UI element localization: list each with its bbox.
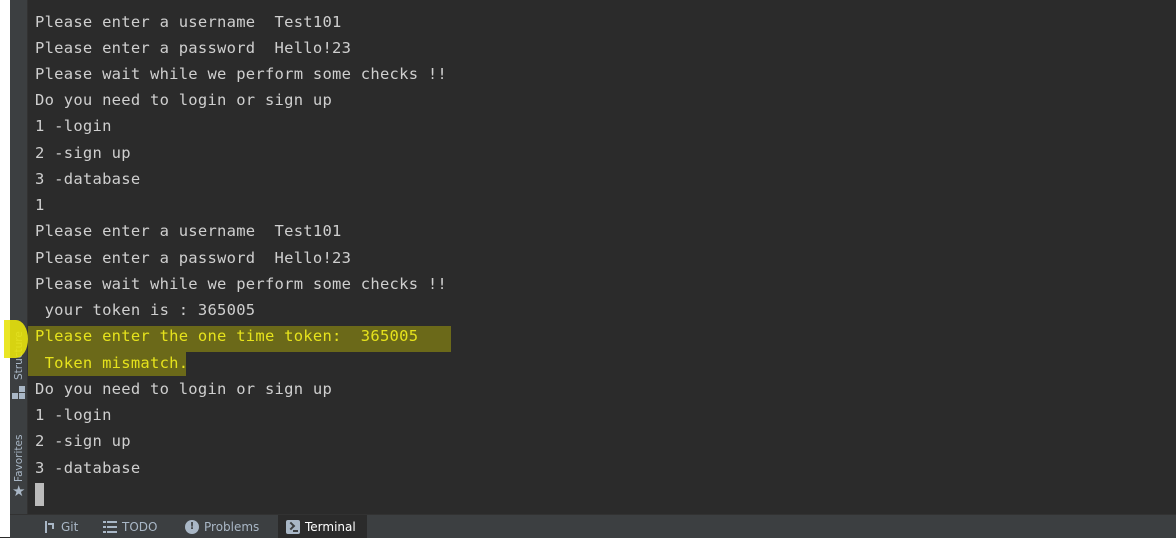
terminal-line: Please wait while we perform some checks… (35, 275, 448, 293)
terminal-line: 2 -sign up (35, 432, 131, 450)
tab-problems[interactable]: ! Problems (177, 515, 267, 538)
terminal-line: 3 -database (35, 170, 141, 188)
terminal-line: Please enter a password Hello!23 (35, 249, 352, 267)
star-icon: ★ (12, 482, 26, 500)
left-tool-window-bar: Structure Favorites ★ (10, 0, 28, 514)
git-branch-icon (42, 520, 56, 534)
bottom-tool-window-bar: Git TODO ! Problems Terminal (10, 514, 1176, 538)
terminal-line: your token is : 365005 (35, 301, 256, 319)
terminal-line: 1 (35, 196, 45, 214)
terminal-line: Please enter a username Test101 (35, 222, 342, 240)
tab-terminal[interactable]: Terminal (278, 515, 367, 538)
highlighter-mark (4, 320, 28, 358)
window-left-edge (0, 0, 10, 537)
terminal-line: 1 -login (35, 406, 112, 424)
favorites-tab-label: Favorites (13, 434, 25, 482)
terminal-line: Please enter a username Test101 (35, 13, 342, 31)
terminal-output[interactable]: Please enter a username Test101 Please e… (28, 0, 1176, 514)
terminal-line: Do you need to login or sign up (35, 380, 333, 398)
structure-icon (12, 386, 25, 399)
terminal-line: 3 -database (35, 459, 141, 477)
tab-git[interactable]: Git (34, 515, 86, 538)
terminal-line: Do you need to login or sign up (35, 91, 333, 109)
tab-git-label: Git (61, 519, 79, 534)
tab-terminal-label: Terminal (305, 519, 356, 534)
tab-todo[interactable]: TODO (95, 515, 165, 538)
terminal-line: 2 -sign up (35, 144, 131, 162)
terminal-line: 1 -login (35, 117, 112, 135)
terminal-cursor[interactable] (35, 483, 44, 506)
terminal-line: Please wait while we perform some checks… (35, 65, 448, 83)
tab-todo-label: TODO (122, 519, 158, 534)
problems-icon: ! (185, 519, 199, 534)
todo-list-icon (103, 519, 117, 534)
terminal-line: Please enter a password Hello!23 (35, 39, 352, 57)
terminal-line-highlighted: Please enter the one time token: 365005 (35, 327, 419, 345)
terminal-icon (286, 519, 300, 534)
terminal-line-highlighted: Token mismatch. (35, 354, 189, 372)
favorites-tab[interactable]: Favorites ★ (10, 420, 27, 502)
tab-problems-label: Problems (204, 519, 260, 534)
